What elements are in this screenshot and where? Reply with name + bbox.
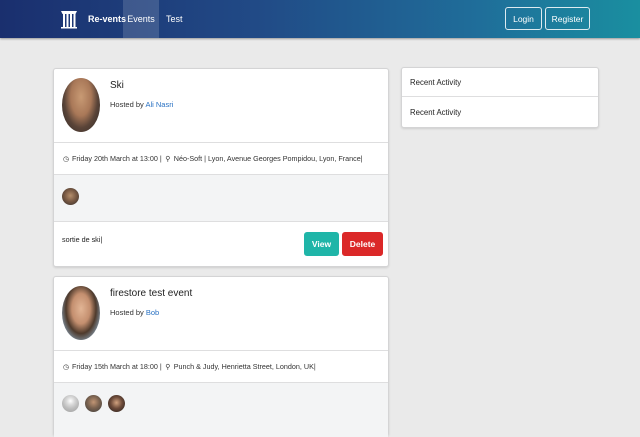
- host-avatar[interactable]: [62, 78, 100, 132]
- attendees-list: [54, 383, 388, 437]
- clock-icon: ◷: [62, 156, 70, 163]
- clock-icon: ◷: [62, 364, 70, 371]
- hosted-by: Hosted by Bob: [110, 308, 159, 317]
- map-marker-icon: ⚲: [165, 156, 171, 163]
- attendee-avatar[interactable]: [62, 188, 79, 205]
- event-title[interactable]: firestore test event: [110, 288, 192, 299]
- attendee-avatar[interactable]: [62, 395, 79, 412]
- host-link[interactable]: Ali Nasri: [145, 100, 173, 109]
- hosted-by-label: Hosted by: [110, 308, 146, 317]
- attendee-avatar[interactable]: [85, 395, 102, 412]
- hosted-by: Hosted by Ali Nasri: [110, 100, 173, 109]
- event-footer: sortie de ski| View Delete: [54, 222, 388, 268]
- event-info: ◷ Friday 15th March at 18:00 | ⚲ Punch &…: [54, 351, 388, 383]
- map-marker-icon: ⚲: [165, 364, 171, 371]
- event-info-line: ◷ Friday 15th March at 18:00 | ⚲ Punch &…: [62, 362, 316, 371]
- hosted-by-label: Hosted by: [110, 100, 146, 109]
- event-venue: Néo-Soft: [173, 154, 203, 163]
- login-button[interactable]: Login: [505, 7, 542, 30]
- event-header: firestore test event Hosted by Bob: [54, 277, 388, 351]
- event-description: sortie de ski|: [62, 235, 103, 244]
- delete-button[interactable]: Delete: [342, 232, 383, 256]
- view-button[interactable]: View: [304, 232, 339, 256]
- event-title[interactable]: Ski: [110, 80, 124, 91]
- event-header: Ski Hosted by Ali Nasri: [54, 69, 388, 143]
- attendee-avatar[interactable]: [108, 395, 125, 412]
- attendees-list: [54, 175, 388, 222]
- recent-activity-card: Recent Activity Recent Activity: [401, 67, 599, 128]
- recent-activity-header: Recent Activity: [402, 68, 598, 97]
- event-info: ◷ Friday 20th March at 13:00 | ⚲ Néo-Sof…: [54, 143, 388, 175]
- event-card: Ski Hosted by Ali Nasri ◷ Friday 20th Ma…: [53, 68, 389, 267]
- host-avatar[interactable]: [62, 286, 100, 340]
- recent-activity-item[interactable]: Recent Activity: [402, 98, 598, 127]
- event-card: firestore test event Hosted by Bob ◷ Fri…: [53, 276, 389, 437]
- event-info-line: ◷ Friday 20th March at 13:00 | ⚲ Néo-Sof…: [62, 154, 363, 163]
- event-date: Friday 20th March at 13:00 |: [72, 154, 162, 163]
- register-button[interactable]: Register: [545, 7, 590, 30]
- event-date: Friday 15th March at 18:00 |: [72, 362, 162, 371]
- brand-link[interactable]: Re-vents: [88, 0, 126, 38]
- top-navbar: Re-vents Events Test Login Register: [0, 0, 640, 38]
- event-address: | Lyon, Avenue Georges Pompidou, Lyon, F…: [204, 154, 363, 163]
- nav-item-test[interactable]: Test: [166, 0, 183, 38]
- host-link[interactable]: Bob: [146, 308, 159, 317]
- nav-item-events[interactable]: Events: [123, 0, 159, 38]
- event-venue: Punch & Judy, Henrietta Street, London, …: [173, 362, 316, 371]
- pillars-logo-icon[interactable]: [60, 9, 78, 29]
